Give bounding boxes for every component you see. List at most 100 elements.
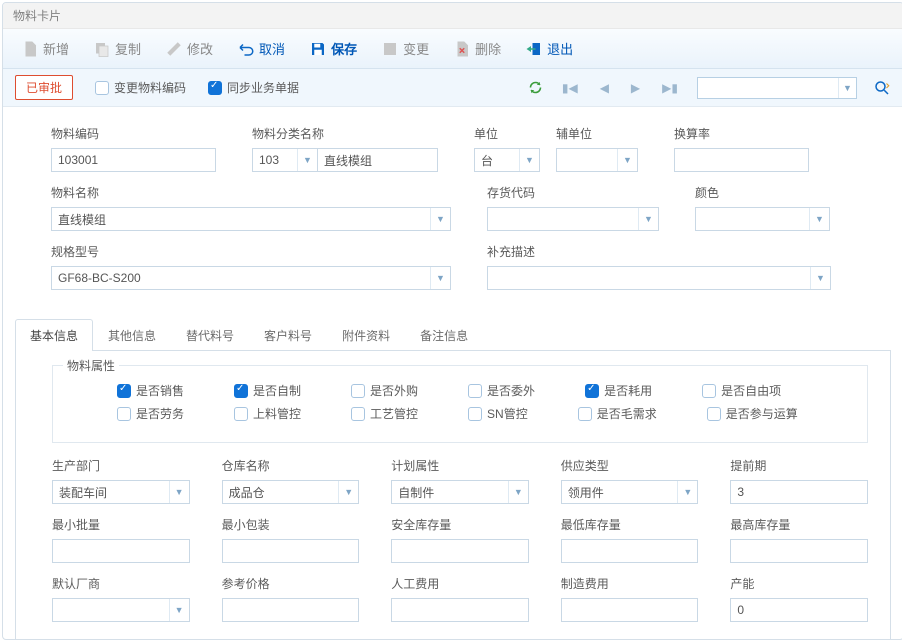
checkbox-label: 是否毛需求 — [597, 405, 657, 422]
attr-checkbox[interactable]: 是否委外 — [468, 382, 535, 399]
category-name-combo[interactable]: 直线模组 — [318, 148, 438, 172]
supply-label: 供应类型 — [561, 457, 699, 474]
vendor-combo[interactable]: ▼ — [52, 598, 190, 622]
tab-basic[interactable]: 基本信息 — [15, 319, 93, 351]
attr-checkbox[interactable]: 是否参与运算 — [707, 405, 798, 422]
next-button[interactable]: ▶ — [628, 81, 643, 95]
change-code-checkbox[interactable]: 变更物料编码 — [95, 79, 186, 96]
checkbox-icon — [585, 384, 599, 398]
attr-checkbox[interactable]: 是否销售 — [117, 382, 184, 399]
attr-checkbox[interactable]: 是否劳务 — [117, 405, 184, 422]
delete-icon — [453, 40, 471, 58]
tab-customer[interactable]: 客户料号 — [249, 319, 327, 351]
change-button[interactable]: 变更 — [369, 35, 441, 62]
aux-unit-combo[interactable]: ▼ — [556, 148, 638, 172]
tab-body: 物料属性 是否销售 是否自制 是否外购 是否委外 是否耗用 是否自由项 是否劳务 上料管控 工… — [15, 351, 891, 640]
chevron-down-icon: ▼ — [809, 208, 829, 230]
chevron-down-icon: ▼ — [810, 267, 830, 289]
copy-icon — [93, 40, 111, 58]
mfg-label: 制造费用 — [561, 575, 699, 592]
supply-combo[interactable]: 领用件▼ — [561, 480, 699, 504]
attr-checkbox[interactable]: 是否外购 — [351, 382, 418, 399]
attr-checkbox[interactable]: 是否自制 — [234, 382, 301, 399]
conv-rate-input[interactable] — [674, 148, 809, 172]
material-code-label: 物料编码 — [51, 125, 216, 142]
category-name-label: 物料分类名称 — [252, 125, 438, 142]
tab-alt[interactable]: 替代料号 — [171, 319, 249, 351]
chevron-down-icon: ▼ — [430, 208, 450, 230]
refprice-input[interactable] — [222, 598, 360, 622]
prev-button[interactable]: ◀ — [597, 81, 612, 95]
extra-desc-combo[interactable]: ▼ — [487, 266, 831, 290]
dept-combo[interactable]: 装配车间▼ — [52, 480, 190, 504]
checkbox-icon — [234, 384, 248, 398]
first-button[interactable]: ▮◀ — [559, 81, 581, 95]
file-plus-icon — [21, 40, 39, 58]
minbatch-label: 最小批量 — [52, 516, 190, 533]
minstock-input[interactable] — [561, 539, 699, 563]
category-code-combo[interactable]: 103▼ — [252, 148, 318, 172]
minstock-label: 最低库存量 — [561, 516, 699, 533]
plan-label: 计划属性 — [391, 457, 529, 474]
tab-attach[interactable]: 附件资料 — [327, 319, 405, 351]
capacity-input[interactable] — [730, 598, 868, 622]
plan-combo[interactable]: 自制件▼ — [391, 480, 529, 504]
chevron-down-icon: ▼ — [617, 149, 637, 171]
sync-biz-checkbox[interactable]: 同步业务单据 — [208, 79, 299, 96]
delete-button[interactable]: 删除 — [441, 35, 513, 62]
checkbox-label: 是否参与运算 — [726, 405, 798, 422]
tab-remark[interactable]: 备注信息 — [405, 319, 483, 351]
chevron-down-icon: ▼ — [297, 149, 317, 171]
tab-other[interactable]: 其他信息 — [93, 319, 171, 351]
checkbox-label: 是否耗用 — [604, 382, 652, 399]
vendor-label: 默认厂商 — [52, 575, 190, 592]
refresh-icon[interactable] — [528, 80, 543, 95]
spec-combo[interactable]: GF68-BC-S200▼ — [51, 266, 451, 290]
spec-label: 规格型号 — [51, 243, 451, 260]
main-toolbar: 新增 复制 修改 取消 保存 变更 删除 退出 — [3, 29, 902, 69]
chevron-down-icon: ▼ — [677, 481, 697, 503]
material-name-combo[interactable]: 直线模组▼ — [51, 207, 451, 231]
labor-input[interactable] — [391, 598, 529, 622]
chevron-down-icon: ▼ — [638, 208, 658, 230]
checkbox-icon — [351, 407, 365, 421]
window-title: 物料卡片 — [3, 3, 902, 29]
safe-input[interactable] — [391, 539, 529, 563]
attr-checkbox[interactable]: 是否毛需求 — [578, 405, 657, 422]
save-icon — [309, 40, 327, 58]
refprice-label: 参考价格 — [222, 575, 360, 592]
attr-checkbox[interactable]: 是否耗用 — [585, 382, 652, 399]
save-button[interactable]: 保存 — [297, 35, 369, 62]
color-combo[interactable]: ▼ — [695, 207, 830, 231]
attrs-legend: 物料属性 — [63, 357, 119, 374]
attr-checkbox[interactable]: 工艺管控 — [351, 405, 418, 422]
undo-icon — [237, 40, 255, 58]
minbatch-input[interactable] — [52, 539, 190, 563]
attr-checkbox[interactable]: 上料管控 — [234, 405, 301, 422]
wh-combo[interactable]: 成品仓▼ — [222, 480, 360, 504]
minpack-label: 最小包装 — [222, 516, 360, 533]
stock-code-combo[interactable]: ▼ — [487, 207, 659, 231]
attr-checkbox[interactable]: SN管控 — [468, 405, 528, 422]
cancel-button[interactable]: 取消 — [225, 35, 297, 62]
checkbox-icon — [468, 407, 482, 421]
lead-input[interactable] — [730, 480, 868, 504]
unit-combo[interactable]: 台▼ — [474, 148, 540, 172]
copy-button[interactable]: 复制 — [81, 35, 153, 62]
search-combo[interactable]: ▼ — [697, 77, 857, 99]
mfg-input[interactable] — [561, 598, 699, 622]
exit-button[interactable]: 退出 — [513, 35, 585, 62]
edit-button[interactable]: 修改 — [153, 35, 225, 62]
minpack-input[interactable] — [222, 539, 360, 563]
search-icon[interactable] — [873, 79, 891, 97]
chevron-down-icon: ▼ — [169, 481, 189, 503]
checkbox-icon — [117, 384, 131, 398]
last-button[interactable]: ▶▮ — [659, 81, 681, 95]
chevron-down-icon: ▼ — [169, 599, 189, 621]
lead-label: 提前期 — [730, 457, 868, 474]
add-button[interactable]: 新增 — [9, 35, 81, 62]
maxstock-input[interactable] — [730, 539, 868, 563]
dept-label: 生产部门 — [52, 457, 190, 474]
material-code-input[interactable] — [51, 148, 216, 172]
attr-checkbox[interactable]: 是否自由项 — [702, 382, 781, 399]
